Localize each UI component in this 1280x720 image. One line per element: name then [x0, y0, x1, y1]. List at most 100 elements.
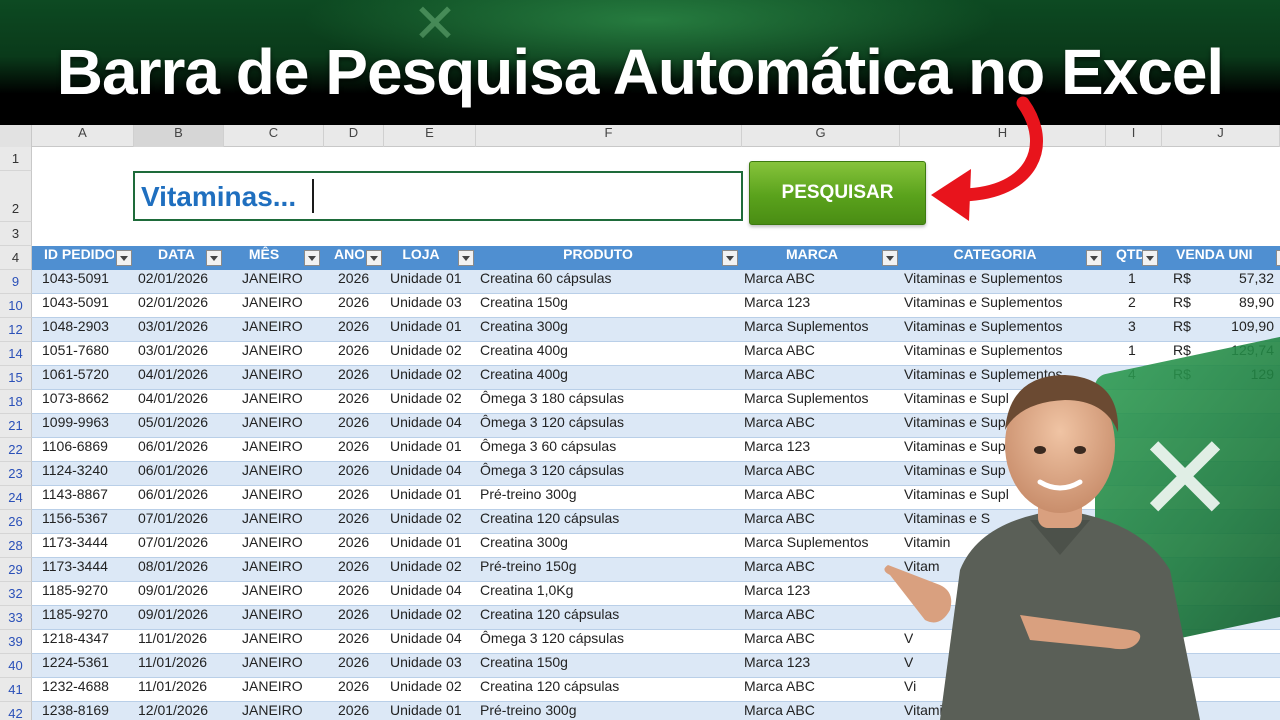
cell-rs[interactable]: R$ — [1173, 318, 1191, 342]
filter-dropdown-icon[interactable] — [1142, 250, 1158, 266]
cell-mes[interactable]: JANEIRO — [242, 510, 303, 534]
cell-data[interactable]: 07/01/2026 — [138, 510, 208, 534]
cell-produto[interactable]: Creatina 400g — [480, 366, 568, 390]
cell-mes[interactable]: JANEIRO — [242, 630, 303, 654]
row-header[interactable]: 15 — [0, 366, 32, 390]
cell-marca[interactable]: Marca ABC — [744, 270, 815, 294]
row-header-1[interactable]: 1 — [0, 147, 32, 171]
cell-data[interactable]: 11/01/2026 — [138, 678, 207, 702]
cell-marca[interactable]: Marca Suplementos — [744, 318, 869, 342]
cell-mes[interactable]: JANEIRO — [242, 582, 303, 606]
cell-id[interactable]: 1185-9270 — [42, 582, 108, 606]
cell-mes[interactable]: JANEIRO — [242, 438, 303, 462]
row-header[interactable]: 41 — [0, 678, 32, 702]
cell-mes[interactable]: JANEIRO — [242, 294, 303, 318]
column-header-d[interactable]: D — [324, 125, 384, 147]
cell-loja[interactable]: Unidade 01 — [390, 702, 462, 720]
column-header-e[interactable]: E — [384, 125, 476, 147]
cell-id[interactable]: 1143-8867 — [42, 486, 108, 510]
cell-loja[interactable]: Unidade 01 — [390, 318, 462, 342]
cell-data[interactable]: 11/01/2026 — [138, 654, 207, 678]
cell-data[interactable]: 04/01/2026 — [138, 366, 208, 390]
row-header[interactable]: 29 — [0, 558, 32, 582]
cell-loja[interactable]: Unidade 04 — [390, 630, 462, 654]
filter-dropdown-icon[interactable] — [116, 250, 132, 266]
filter-dropdown-icon[interactable] — [366, 250, 382, 266]
cell-qtd[interactable]: 3 — [1128, 318, 1136, 342]
row-header[interactable]: 18 — [0, 390, 32, 414]
cell-marca[interactable]: Marca ABC — [744, 462, 815, 486]
cell-id[interactable]: 1099-9963 — [42, 414, 109, 438]
cell-loja[interactable]: Unidade 01 — [390, 486, 462, 510]
cell-ano[interactable]: 2026 — [338, 294, 369, 318]
cell-marca[interactable]: Marca ABC — [744, 630, 815, 654]
cell-venda[interactable]: 89,90 — [1212, 294, 1274, 318]
cell-loja[interactable]: Unidade 04 — [390, 414, 462, 438]
row-header[interactable]: 14 — [0, 342, 32, 366]
cell-produto[interactable]: Creatina 60 cápsulas — [480, 270, 612, 294]
cell-venda[interactable]: 57,32 — [1212, 270, 1274, 294]
cell-id[interactable]: 1173-3444 — [42, 534, 108, 558]
cell-data[interactable]: 06/01/2026 — [138, 486, 208, 510]
search-button[interactable]: PESQUISAR — [749, 161, 926, 225]
cell-id[interactable]: 1106-6869 — [42, 438, 108, 462]
table-row[interactable]: 1043-5091 02/01/2026 JANEIRO 2026 Unidade 01… — [32, 270, 1280, 294]
cell-id[interactable]: 1043-5091 — [42, 294, 109, 318]
cell-marca[interactable]: Marca 123 — [744, 294, 810, 318]
cell-categoria[interactable]: Vitaminas e Suplementos — [904, 294, 1063, 318]
cell-ano[interactable]: 2026 — [338, 438, 369, 462]
row-header[interactable]: 39 — [0, 630, 32, 654]
cell-id[interactable]: 1073-8662 — [42, 390, 109, 414]
cell-loja[interactable]: Unidade 02 — [390, 342, 462, 366]
filter-dropdown-icon[interactable] — [1276, 250, 1280, 266]
search-input[interactable]: Vitaminas... — [133, 171, 743, 221]
cell-data[interactable]: 07/01/2026 — [138, 534, 208, 558]
cell-produto[interactable]: Pré-treino 300g — [480, 486, 577, 510]
cell-ano[interactable]: 2026 — [338, 318, 369, 342]
filter-dropdown-icon[interactable] — [722, 250, 738, 266]
cell-loja[interactable]: Unidade 02 — [390, 606, 462, 630]
cell-ano[interactable]: 2026 — [338, 486, 369, 510]
cell-id[interactable]: 1218-4347 — [42, 630, 109, 654]
cell-id[interactable]: 1173-3444 — [42, 558, 108, 582]
cell-loja[interactable]: Unidade 03 — [390, 294, 462, 318]
cell-id[interactable]: 1232-4688 — [42, 678, 109, 702]
cell-marca[interactable]: Marca ABC — [744, 606, 815, 630]
cell-produto[interactable]: Ômega 3 120 cápsulas — [480, 462, 624, 486]
cell-categoria[interactable]: Vitaminas e Suplementos — [904, 270, 1063, 294]
cell-ano[interactable]: 2026 — [338, 510, 369, 534]
column-header-i[interactable]: I — [1106, 125, 1162, 147]
row-header[interactable]: 26 — [0, 510, 32, 534]
column-header-g[interactable]: G — [742, 125, 900, 147]
row-header[interactable]: 40 — [0, 654, 32, 678]
cell-qtd[interactable]: 1 — [1128, 342, 1136, 366]
cell-produto[interactable]: Creatina 120 cápsulas — [480, 678, 619, 702]
cell-qtd[interactable]: 2 — [1128, 294, 1136, 318]
cell-marca[interactable]: Marca 123 — [744, 582, 810, 606]
row-header[interactable]: 32 — [0, 582, 32, 606]
cell-data[interactable]: 04/01/2026 — [138, 390, 208, 414]
cell-marca[interactable]: Marca Suplementos — [744, 390, 869, 414]
cell-ano[interactable]: 2026 — [338, 366, 369, 390]
cell-ano[interactable]: 2026 — [338, 606, 369, 630]
cell-data[interactable]: 08/01/2026 — [138, 558, 208, 582]
row-header[interactable]: 9 — [0, 270, 32, 294]
cell-ano[interactable]: 2026 — [338, 270, 369, 294]
column-header-a[interactable]: A — [32, 125, 134, 147]
column-header-j[interactable]: J — [1162, 125, 1280, 147]
cell-data[interactable]: 05/01/2026 — [138, 414, 208, 438]
row-header-3[interactable]: 3 — [0, 222, 32, 246]
cell-mes[interactable]: JANEIRO — [242, 606, 303, 630]
row-header[interactable]: 23 — [0, 462, 32, 486]
cell-mes[interactable]: JANEIRO — [242, 678, 303, 702]
cell-loja[interactable]: Unidade 02 — [390, 366, 462, 390]
cell-rs[interactable]: R$ — [1173, 270, 1191, 294]
cell-produto[interactable]: Pré-treino 150g — [480, 558, 577, 582]
cell-data[interactable]: 03/01/2026 — [138, 318, 208, 342]
cell-id[interactable]: 1061-5720 — [42, 366, 109, 390]
cell-data[interactable]: 09/01/2026 — [138, 582, 208, 606]
cell-data[interactable]: 06/01/2026 — [138, 438, 208, 462]
cell-ano[interactable]: 2026 — [338, 390, 369, 414]
filter-dropdown-icon[interactable] — [206, 250, 222, 266]
cell-id[interactable]: 1238-8169 — [42, 702, 109, 720]
